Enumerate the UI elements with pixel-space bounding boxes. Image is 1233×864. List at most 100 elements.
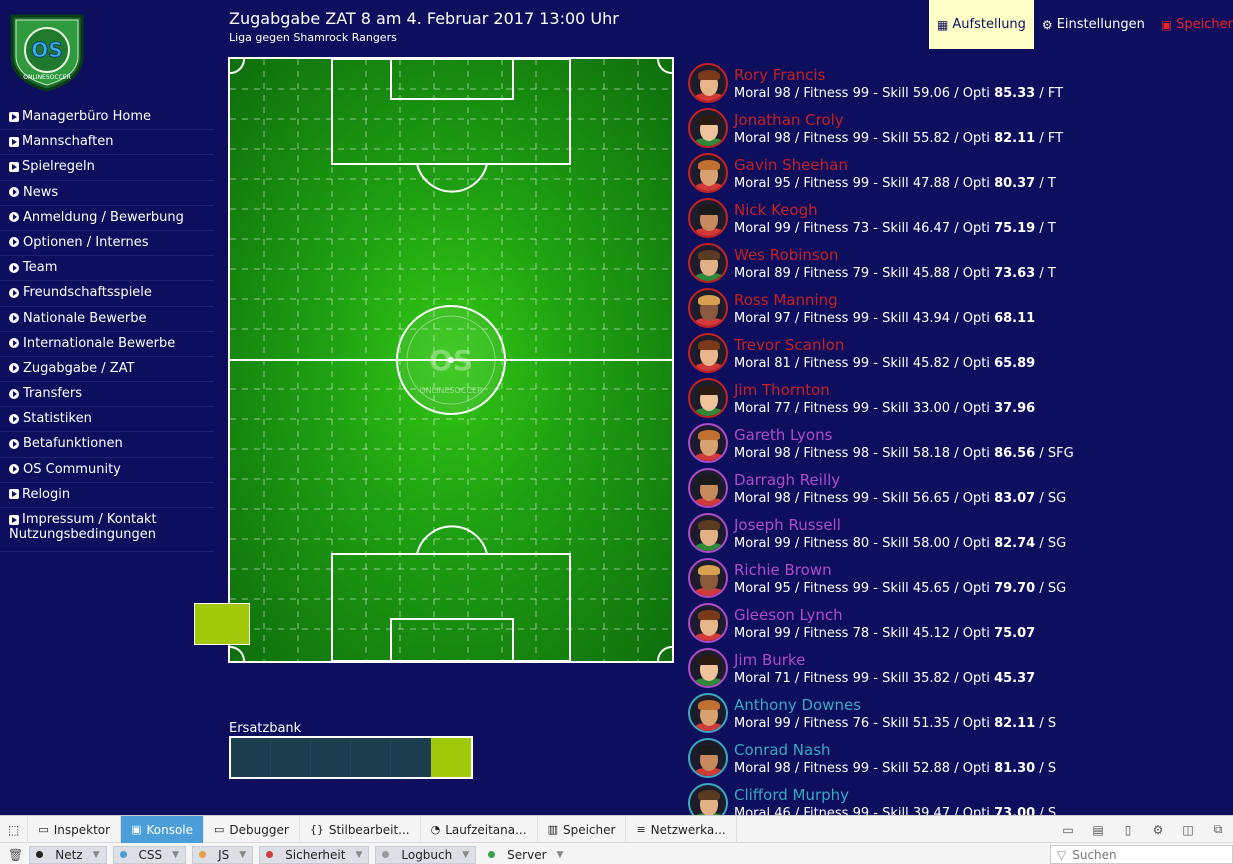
settings-icon[interactable]: ⚙ (1143, 823, 1173, 837)
sidebar-item-zugabgabe-zat[interactable]: Zugabgabe / ZAT (0, 357, 214, 383)
responsive-icon[interactable]: ▯ (1113, 823, 1143, 837)
sidebar-item-mannschaften[interactable]: Mannschaften (0, 130, 214, 156)
player-name[interactable]: Anthony Downes (734, 696, 861, 714)
bench-slot[interactable] (231, 738, 271, 777)
sidebar-item-team[interactable]: Team (0, 256, 214, 282)
tab-einstellungen[interactable]: ⚙ Einstellungen (1034, 0, 1153, 49)
player-row[interactable]: Ross Manning Moral 97 / Fitness 99 - Skil… (688, 285, 1233, 330)
player-avatar[interactable] (688, 738, 728, 778)
sidebar-item-spielregeln[interactable]: Spielregeln (0, 155, 214, 181)
pick-element-icon[interactable]: ⬚ (0, 816, 29, 843)
bench-slots[interactable] (229, 736, 473, 779)
player-row[interactable]: Clifford Murphy Moral 46 / Fitness 99 - S… (688, 780, 1233, 815)
lineup-field[interactable]: OS ONLINESOCCER (228, 57, 674, 663)
player-name[interactable]: Gavin Sheehan (734, 156, 848, 174)
split-console-icon[interactable]: ▤ (1083, 823, 1113, 837)
player-name[interactable]: Darragh Reilly (734, 471, 840, 489)
player-row[interactable]: Gavin Sheehan Moral 95 / Fitness 99 - Ski… (688, 150, 1233, 195)
dock-side-icon[interactable]: ◫ (1173, 823, 1203, 837)
trash-icon[interactable]: 🗑 (8, 848, 23, 862)
player-name[interactable]: Gareth Lyons (734, 426, 832, 444)
player-avatar[interactable] (688, 198, 728, 238)
player-avatar[interactable] (688, 558, 728, 598)
sidebar-item-transfers[interactable]: Transfers (0, 382, 214, 408)
save-button[interactable]: ▣ Speicher (1153, 0, 1233, 49)
sidebar-item-internationale-bewerbe[interactable]: Internationale Bewerbe (0, 332, 214, 357)
player-avatar[interactable] (688, 108, 728, 148)
sidebar-item-statistiken[interactable]: Statistiken (0, 407, 214, 433)
player-row[interactable]: Gareth Lyons Moral 98 / Fitness 98 - Skil… (688, 420, 1233, 465)
devtools-tab-inspektor[interactable]: ▭ Inspektor (28, 816, 122, 843)
sidebar-item-managerbüro-home[interactable]: Managerbüro Home (0, 105, 214, 131)
player-row[interactable]: Anthony Downes Moral 99 / Fitness 76 - Sk… (688, 690, 1233, 735)
player-name[interactable]: Gleeson Lynch (734, 606, 843, 624)
player-row[interactable]: Nick Keogh Moral 99 / Fitness 73 - Skill … (688, 195, 1233, 240)
player-name[interactable]: Rory Francis (734, 66, 825, 84)
bench-slot-selected[interactable] (431, 738, 471, 777)
player-row[interactable]: Richie Brown Moral 95 / Fitness 99 - Skil… (688, 555, 1233, 600)
player-name[interactable]: Trevor Scanlon (734, 336, 844, 354)
player-row[interactable]: Jim Burke Moral 71 / Fitness 99 - Skill 3… (688, 645, 1233, 690)
player-avatar[interactable] (688, 288, 728, 328)
devtools-tab-debugger[interactable]: ▭ Debugger (204, 816, 300, 843)
devtools-tab-laufzeitana[interactable]: ◔ Laufzeitana... (421, 816, 538, 843)
console-filter-netz[interactable]: Netz ▼ (29, 845, 107, 864)
console-filter-logbuch[interactable]: Logbuch ▼ (375, 845, 477, 864)
tab-aufstellung[interactable]: ▦ Aufstellung (929, 0, 1034, 49)
player-row[interactable]: Darragh Reilly Moral 98 / Fitness 99 - Sk… (688, 465, 1233, 510)
console-filter-sicherheit[interactable]: Sicherheit ▼ (259, 845, 370, 864)
sidebar-item-os-community[interactable]: OS Community (0, 458, 214, 483)
console-filter-server[interactable]: Server ▼ (482, 846, 569, 864)
player-name[interactable]: Richie Brown (734, 561, 832, 579)
sidebar-item-nationale-bewerbe[interactable]: Nationale Bewerbe (0, 307, 214, 332)
player-name[interactable]: Clifford Murphy (734, 786, 849, 804)
player-row[interactable]: Jonathan Croly Moral 98 / Fitness 99 - Sk… (688, 105, 1233, 150)
sidebar-item-impressum-kontakt[interactable]: Impressum / Kontakt Nutzungsbedingungen (0, 508, 214, 552)
player-avatar[interactable] (688, 468, 728, 508)
player-name[interactable]: Conrad Nash (734, 741, 831, 759)
goalkeeper-slot[interactable] (194, 603, 250, 645)
online-soccer-logo[interactable]: OS ONLINESOCCER (8, 10, 86, 92)
player-row[interactable]: Jim Thornton Moral 77 / Fitness 99 - Skil… (688, 375, 1233, 420)
sidebar-item-relogin[interactable]: Relogin (0, 483, 214, 508)
player-avatar[interactable] (688, 153, 728, 193)
bench-slot[interactable] (351, 738, 391, 777)
player-name[interactable]: Jonathan Croly (734, 111, 844, 129)
player-name[interactable]: Ross Manning (734, 291, 838, 309)
devtools-tab-stilbearbeit[interactable]: {} Stilbearbeit... (300, 816, 421, 843)
player-row[interactable]: Conrad Nash Moral 98 / Fitness 99 - Skill… (688, 735, 1233, 780)
sidebar-item-optionen-internes[interactable]: Optionen / Internes (0, 231, 214, 257)
player-name[interactable]: Nick Keogh (734, 201, 818, 219)
console-search-input[interactable]: ▽ Suchen (1050, 845, 1233, 864)
player-name[interactable]: Jim Thornton (734, 381, 830, 399)
player-name[interactable]: Wes Robinson (734, 246, 838, 264)
player-avatar[interactable] (688, 63, 728, 103)
sidebar-item-news[interactable]: News (0, 181, 214, 206)
bench-slot[interactable] (271, 738, 311, 777)
player-avatar[interactable] (688, 333, 728, 373)
sidebar-item-freundschaftsspiele[interactable]: Freundschaftsspiele (0, 281, 214, 307)
player-row[interactable]: Rory Francis Moral 98 / Fitness 99 - Skil… (688, 60, 1233, 105)
player-row[interactable]: Joseph Russell Moral 99 / Fitness 80 - Sk… (688, 510, 1233, 555)
player-name[interactable]: Joseph Russell (734, 516, 841, 534)
player-avatar[interactable] (688, 648, 728, 688)
devtools-tab-netzwerka[interactable]: ≡ Netzwerka... (626, 816, 737, 843)
player-avatar[interactable] (688, 603, 728, 643)
console-filter-js[interactable]: JS ▼ (192, 845, 254, 864)
sidebar-item-betafunktionen[interactable]: Betafunktionen (0, 432, 214, 458)
player-row[interactable]: Wes Robinson Moral 89 / Fitness 79 - Skil… (688, 240, 1233, 285)
sidebar-item-label[interactable]: Nutzungsbedingungen (9, 527, 156, 542)
player-avatar[interactable] (688, 423, 728, 463)
player-row[interactable]: Gleeson Lynch Moral 99 / Fitness 78 - Ski… (688, 600, 1233, 645)
player-avatar[interactable] (688, 378, 728, 418)
bench-slot[interactable] (311, 738, 351, 777)
sidebar-item-anmeldung-bewerbung[interactable]: Anmeldung / Bewerbung (0, 206, 214, 231)
player-avatar[interactable] (688, 783, 728, 815)
undock-icon[interactable]: ⧉ (1203, 822, 1233, 837)
player-avatar[interactable] (688, 243, 728, 283)
console-filter-css[interactable]: CSS ▼ (112, 845, 187, 864)
bench-slot[interactable] (391, 738, 431, 777)
player-avatar[interactable] (688, 513, 728, 553)
devtools-tab-konsole[interactable]: ▣ Konsole (121, 816, 205, 843)
player-name[interactable]: Jim Burke (734, 651, 805, 669)
